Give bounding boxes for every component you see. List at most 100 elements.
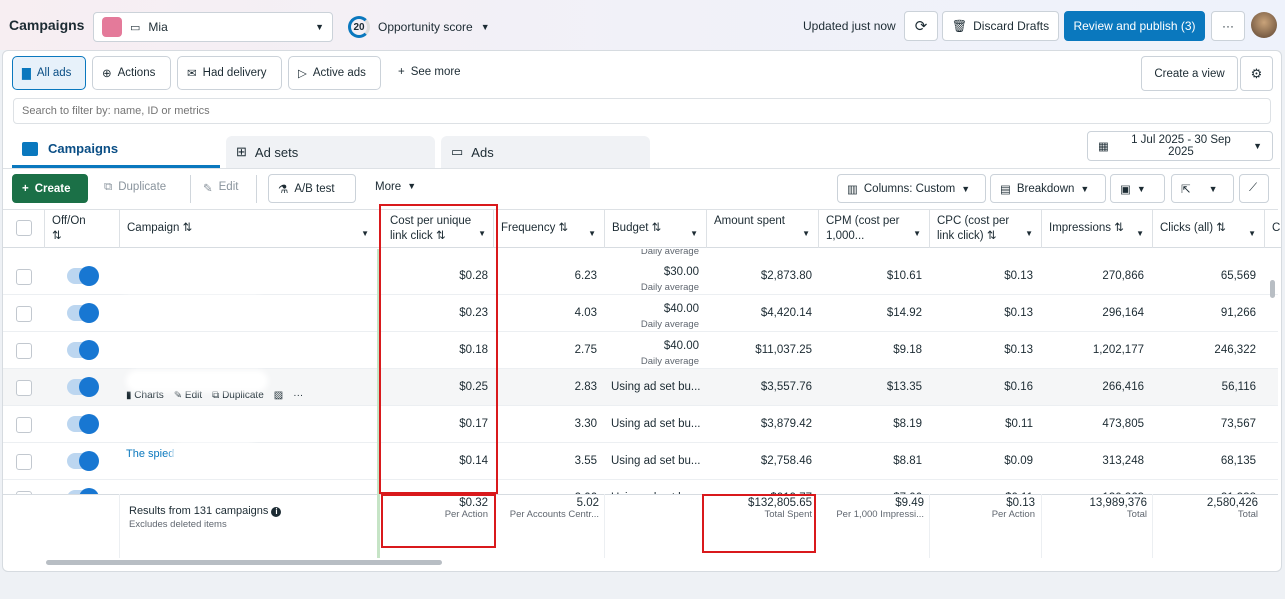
tab-ads[interactable]: ▭ Ads <box>441 136 650 168</box>
row-checkbox[interactable] <box>16 269 32 285</box>
more-icon[interactable]: ··· <box>293 390 303 401</box>
see-more-label: See more <box>410 66 461 78</box>
edit-link[interactable]: ✎ Edit <box>174 390 202 401</box>
create-button[interactable]: + Create <box>12 174 88 203</box>
filter-all-ads[interactable]: ▇ All ads <box>12 56 86 90</box>
col-divider <box>1264 209 1265 248</box>
review-publish-button[interactable]: Review and publish (3) <box>1064 11 1205 41</box>
col-divider <box>1041 494 1042 558</box>
cell-impr: 266,416 <box>1041 369 1144 406</box>
col-divider <box>929 209 930 248</box>
col-amount-spent[interactable]: Amount spent ▼ <box>706 209 818 248</box>
discard-drafts-button[interactable]: 🗑 Discard Drafts <box>942 11 1059 41</box>
campaign-name-link[interactable]: The spied <box>126 448 174 460</box>
cell-amount: $2,873.80 <box>706 258 812 295</box>
info-icon[interactable]: i <box>271 507 282 517</box>
tab-campaigns[interactable]: Campaigns <box>12 132 220 168</box>
summary-note: Per 1,000 Impressi... <box>836 509 924 520</box>
campaign-toggle[interactable] <box>67 340 99 360</box>
cell-cpm: $8.19 <box>818 406 922 443</box>
mail-icon: ✉ <box>187 68 197 80</box>
columns-button[interactable]: ▥ Columns: Custom ▼ <box>837 174 986 203</box>
create-view-button[interactable]: Create a view <box>1141 56 1238 91</box>
table-row[interactable]: $0.18 2.75 $40.00 Daily average $11,037.25 $9… <box>3 332 1278 369</box>
image-icon[interactable]: ▨ <box>274 390 283 401</box>
view-settings-button[interactable]: ⚙ <box>1240 56 1273 91</box>
col-offon[interactable]: Off/On ⇅ <box>44 209 119 248</box>
actions-icon: ⊕ <box>102 68 112 80</box>
row-checkbox[interactable] <box>16 343 32 359</box>
opportunity-score[interactable]: 20 Opportunity score ▼ <box>348 16 490 38</box>
create-label: Create <box>34 182 71 195</box>
campaign-toggle[interactable] <box>67 451 99 471</box>
campaign-toggle[interactable] <box>67 266 99 286</box>
cell-cpm: $13.35 <box>818 369 922 406</box>
col-next-partial[interactable]: C <box>1264 209 1282 248</box>
more-button[interactable]: More ▼ <box>375 181 416 193</box>
col-frequency[interactable]: Frequency ⇅ ▼ <box>493 209 604 248</box>
col-label: Amount spent <box>714 215 785 227</box>
refresh-button[interactable]: ⟳ <box>904 11 938 41</box>
chevron-down-icon: ▼ <box>802 229 810 238</box>
duplicate-button[interactable]: ⧉ Duplicate <box>104 181 166 194</box>
cell-cpm: $8.81 <box>818 443 922 480</box>
select-all-checkbox[interactable] <box>16 220 32 236</box>
updated-status: Updated just now <box>803 19 896 33</box>
filter-actions[interactable]: ⊕ Actions <box>92 56 171 90</box>
chevron-down-icon: ▼ <box>588 229 596 238</box>
col-label: Campaign <box>127 222 180 234</box>
cell-value: $2,758.46 <box>760 455 812 467</box>
cell-freq: 3.55 <box>493 443 597 480</box>
row-checkbox[interactable] <box>16 454 32 470</box>
row-checkbox[interactable] <box>16 380 32 396</box>
reports-button[interactable]: ▣ ▼ <box>1110 174 1165 203</box>
see-more-filters[interactable]: + See more <box>398 66 461 78</box>
export-button[interactable]: ⇱ ▼ <box>1171 174 1234 203</box>
horizontal-scrollbar[interactable] <box>46 560 442 565</box>
duplicate-link[interactable]: ⧉ Duplicate <box>212 390 264 401</box>
cell-clicks: 65,569 <box>1152 258 1256 295</box>
col-cpc[interactable]: CPC (cost per link click) ⇅ ▼ <box>929 209 1041 248</box>
campaign-toggle[interactable] <box>67 377 99 397</box>
campaign-toggle[interactable] <box>67 414 99 434</box>
filter-active-ads[interactable]: ▷ Active ads <box>288 56 381 90</box>
account-selector[interactable]: ▭ Mia ▼ <box>93 12 333 42</box>
cell-value: $2,873.80 <box>760 270 812 282</box>
campaign-toggle[interactable] <box>67 303 99 323</box>
user-avatar[interactable] <box>1251 12 1277 38</box>
search-input[interactable] <box>13 98 1271 124</box>
col-impressions[interactable]: Impressions ⇅ ▼ <box>1041 209 1152 248</box>
col-divider <box>44 209 45 248</box>
edit-button[interactable]: ✎ Edit <box>203 181 238 195</box>
date-range-picker[interactable]: ▦ 1 Jul 2025 - 30 Sep 2025 ▼ <box>1087 131 1273 161</box>
vertical-scrollbar[interactable] <box>1270 280 1275 298</box>
cell-budget: Using ad set bu... <box>611 406 706 443</box>
cell-value: 68,135 <box>1220 455 1256 467</box>
more-options-button[interactable]: ··· <box>1211 11 1245 41</box>
ab-test-button[interactable]: ⚗ A/B test <box>268 174 356 203</box>
col-label: Clicks (all) <box>1160 222 1214 234</box>
table-row[interactable]: $0.17 3.30 Using ad set bu... $3,879.42 $8.1… <box>3 406 1278 443</box>
summary-note: Per Accounts Centr... <box>509 509 599 520</box>
cell-clicks: 91,266 <box>1152 295 1256 332</box>
chart-toggle-button[interactable]: ⟋ <box>1239 174 1269 203</box>
table-row[interactable]: $0.28 6.23 $30.00 Daily average $2,873.80 $10… <box>3 258 1278 295</box>
chevron-down-icon: ▼ <box>1248 229 1256 238</box>
tab-ad-sets[interactable]: ⊞ Ad sets <box>226 136 435 168</box>
cell-budget: $40.00 Daily average <box>604 295 699 332</box>
row-checkbox[interactable] <box>16 306 32 322</box>
col-campaign[interactable]: Campaign ⇅ ▼ <box>119 209 377 248</box>
col-budget[interactable]: Budget ⇅ ▼ <box>604 209 706 248</box>
row-checkbox[interactable] <box>16 417 32 433</box>
col-cpm[interactable]: CPM (cost per 1,000... ▼ <box>818 209 929 248</box>
account-icon: ▭ <box>130 21 141 34</box>
chevron-down-icon: ▼ <box>1253 141 1262 151</box>
filter-had-delivery[interactable]: ✉ Had delivery <box>177 56 282 90</box>
summary-label: Results from 131 campaigns <box>129 505 269 517</box>
col-clicks-all[interactable]: Clicks (all) ⇅ ▼ <box>1152 209 1264 248</box>
charts-link[interactable]: ▮ Charts <box>126 390 164 401</box>
col-label: CPM (cost per 1,000... <box>826 215 900 242</box>
edit-label: Edit <box>218 181 239 193</box>
charts-label: Charts <box>134 390 164 401</box>
breakdown-button[interactable]: ▤ Breakdown ▼ <box>990 174 1106 203</box>
